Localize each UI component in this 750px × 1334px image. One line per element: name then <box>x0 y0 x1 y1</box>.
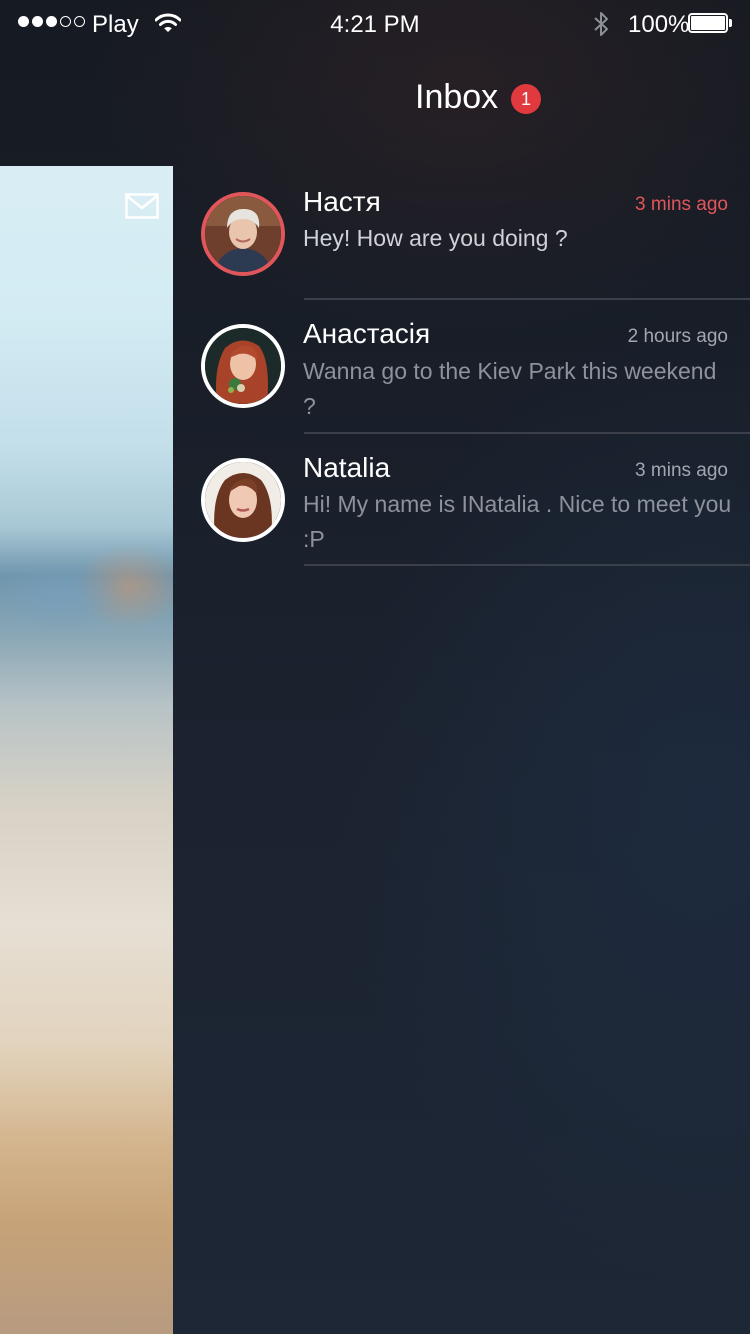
status-bar: Play 4:21 PM 100% <box>0 0 750 48</box>
divider <box>304 564 750 566</box>
battery-percent: 100% <box>628 11 690 38</box>
battery-icon <box>688 13 732 33</box>
avatar <box>201 458 285 542</box>
page-title: Inbox <box>415 78 499 116</box>
sender-name: Анастасія <box>303 318 431 349</box>
message-time: 3 mins ago <box>635 460 728 481</box>
message-item[interactable]: Natalia 3 mins ago Hi! My name is INatal… <box>173 434 750 568</box>
bluetooth-icon <box>594 12 608 36</box>
message-time: 2 hours ago <box>627 326 728 347</box>
avatar <box>201 324 285 408</box>
message-item[interactable]: Анастасія 2 hours ago Wanna go to the Ki… <box>173 300 750 434</box>
sender-name: Natalia <box>303 452 391 483</box>
avatar <box>201 192 285 276</box>
message-preview: Hi! My name is INatalia . Nice to meet y… <box>303 491 732 552</box>
message-time: 3 mins ago <box>635 194 728 215</box>
sender-name: Настя <box>303 186 381 217</box>
message-preview: Wanna go to the Kiev Park this weekend ? <box>303 358 717 419</box>
message-item[interactable]: Настя 3 mins ago Hey! How are you doing … <box>173 166 750 300</box>
mail-icon[interactable] <box>125 193 159 219</box>
unread-count-badge: 1 <box>511 84 541 114</box>
background-photo-panel[interactable] <box>0 166 173 1334</box>
message-preview: Hey! How are you doing ? <box>303 225 568 251</box>
